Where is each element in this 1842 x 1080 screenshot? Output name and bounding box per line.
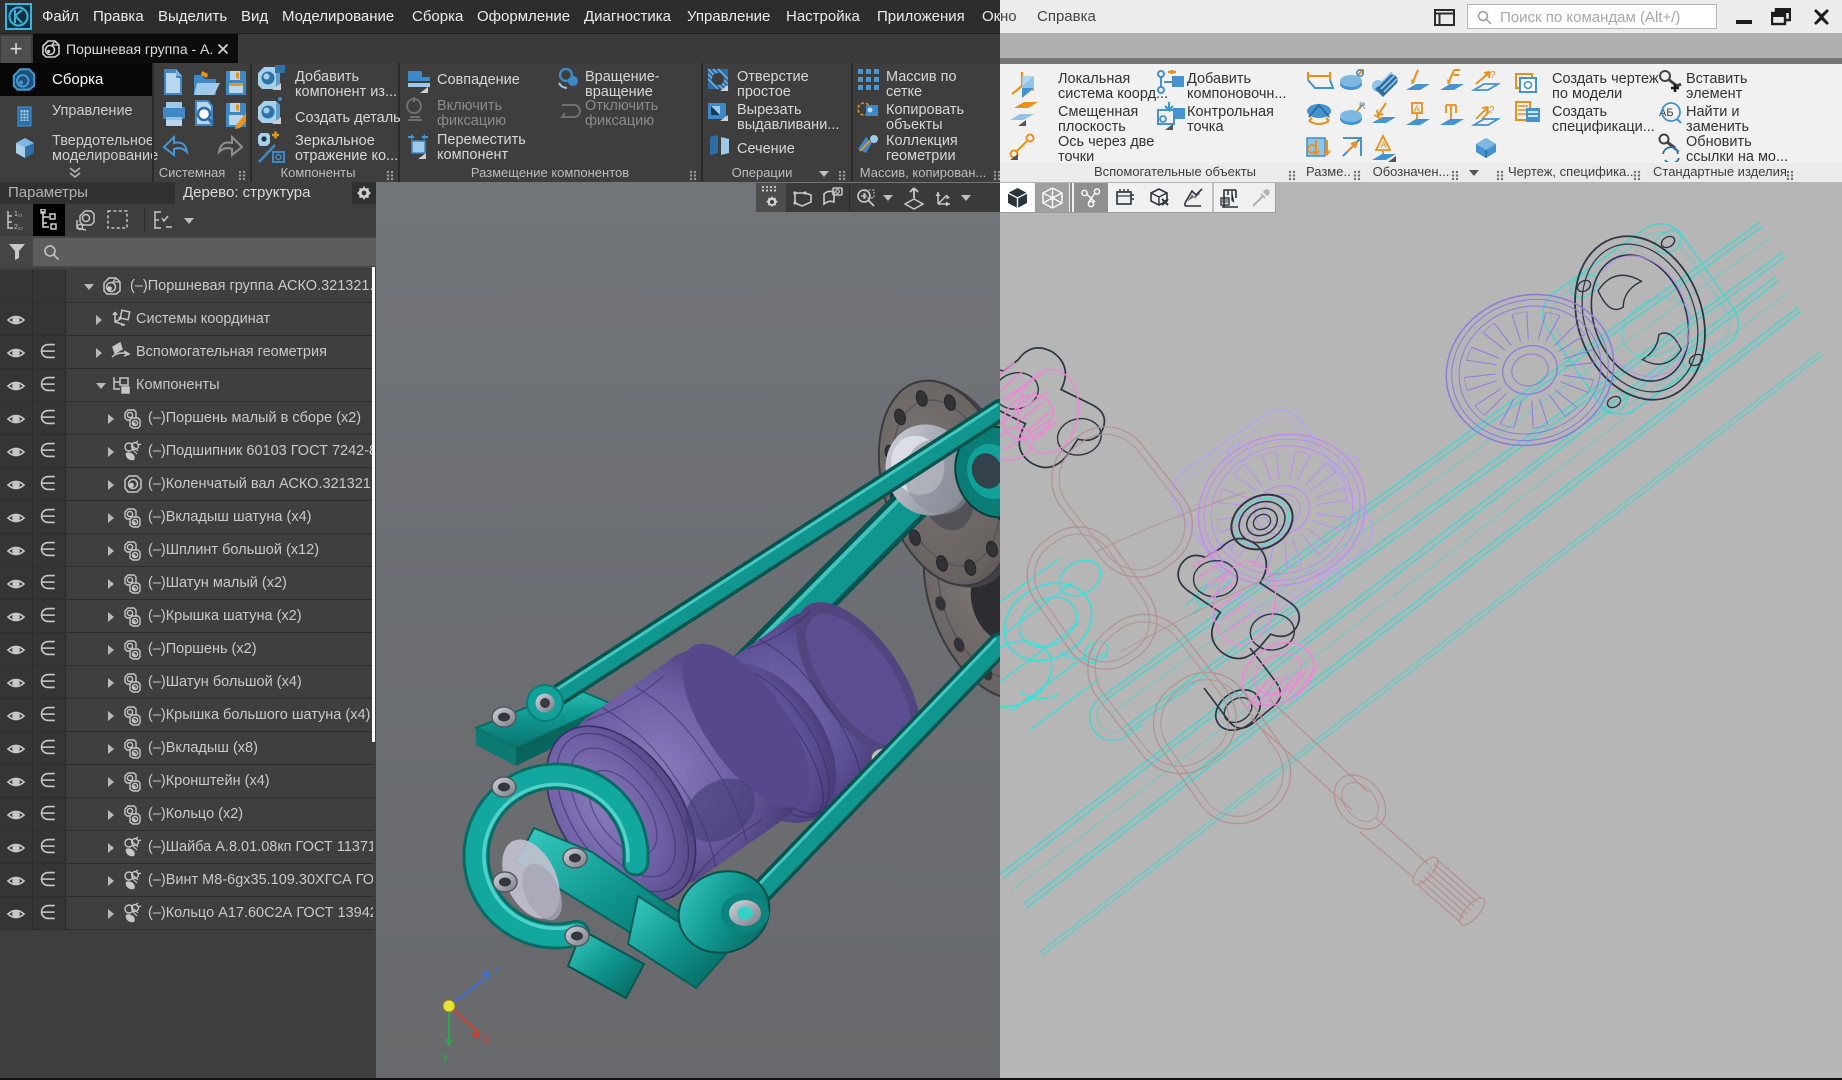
svg-text:z: z: [494, 963, 500, 977]
svg-text:2₁₂: 2₁₂: [14, 224, 23, 231]
svg-text:y: y: [442, 1049, 448, 1063]
svg-text:X: X: [482, 1033, 490, 1047]
svg-text:R: R: [1359, 101, 1366, 111]
svg-text:A: A: [1414, 104, 1420, 114]
svg-text:1₁₁: 1₁₁: [14, 211, 23, 218]
svg-text:?: ?: [1490, 70, 1496, 81]
svg-text:?: ?: [1489, 105, 1495, 116]
svg-text:A: A: [1381, 140, 1387, 150]
